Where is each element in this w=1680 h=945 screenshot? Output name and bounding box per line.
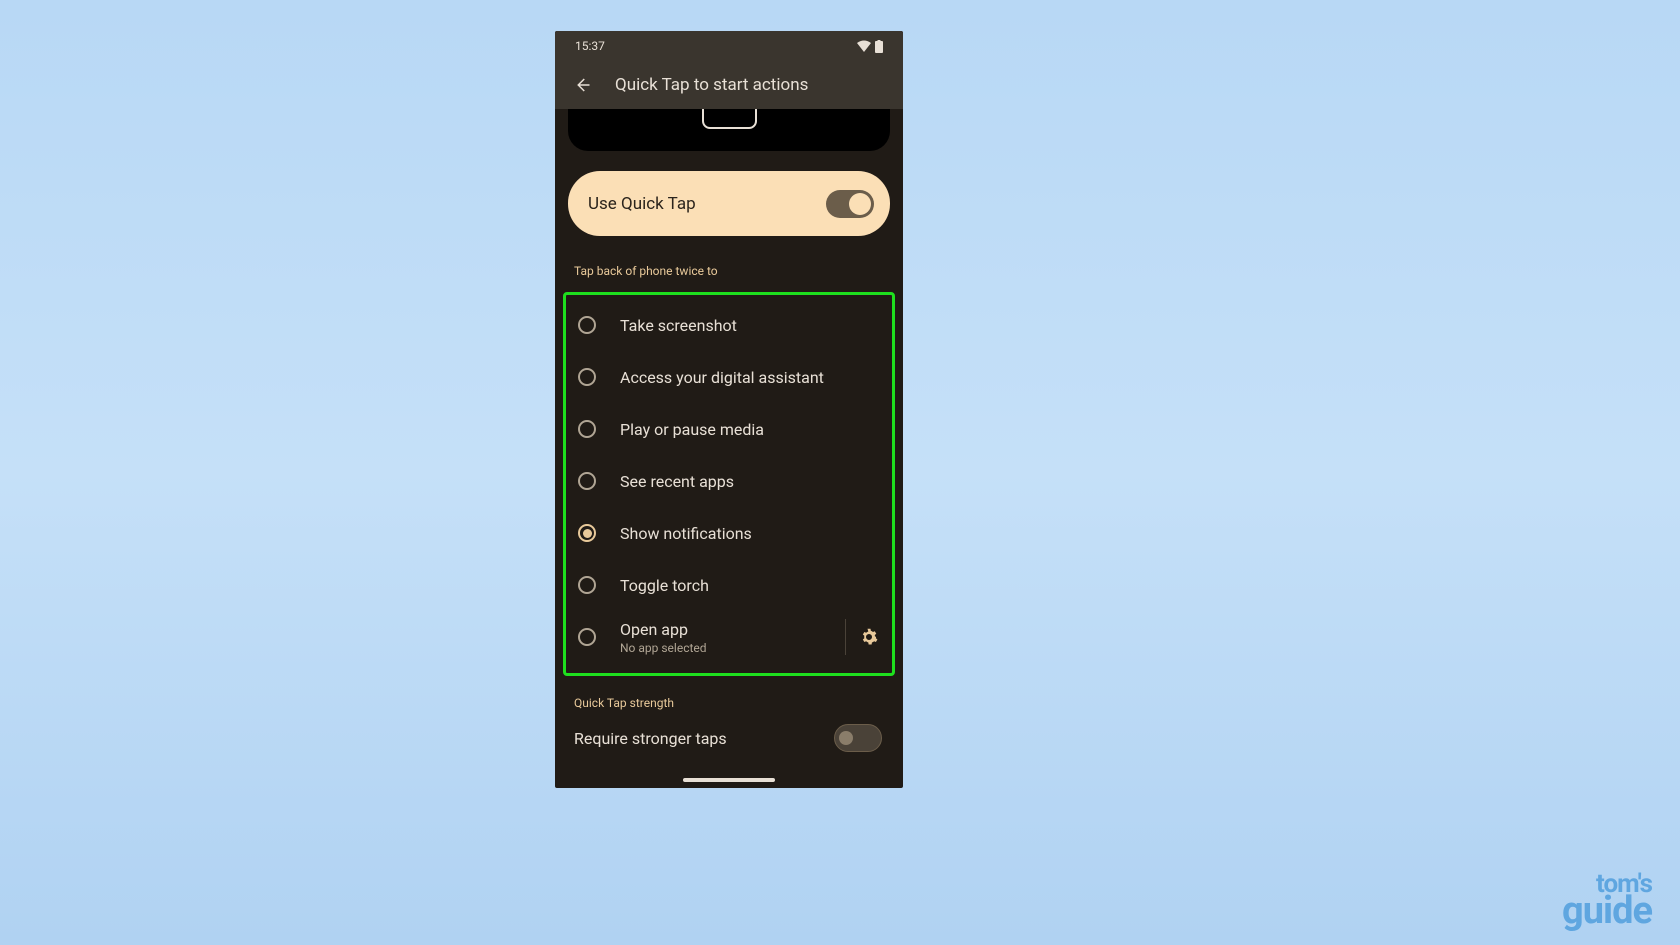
illustration: [568, 109, 890, 151]
radio-icon: [578, 524, 596, 542]
option-label: Open app: [620, 620, 821, 639]
illustration-phone-outline: [702, 109, 757, 129]
battery-icon: [875, 40, 883, 53]
option-open-app[interactable]: Open app No app selected: [574, 611, 884, 663]
radio-icon: [578, 420, 596, 438]
phone-frame: 15:37 Quick Tap to start actions Use Qui…: [555, 31, 903, 788]
option-recent-apps[interactable]: See recent apps: [574, 455, 884, 507]
option-sublabel: No app selected: [620, 641, 821, 655]
option-toggle-torch[interactable]: Toggle torch: [574, 559, 884, 611]
require-stronger-taps-row[interactable]: Require stronger taps: [568, 710, 890, 766]
back-button[interactable]: [573, 76, 591, 94]
options-highlight-box: Take screenshot Access your digital assi…: [563, 292, 895, 676]
option-play-pause-media[interactable]: Play or pause media: [574, 403, 884, 455]
arrow-left-icon: [573, 76, 591, 94]
watermark-logo: tom's guide: [1562, 873, 1652, 927]
app-bar: Quick Tap to start actions: [555, 61, 903, 109]
radio-icon: [578, 368, 596, 386]
use-quick-tap-label: Use Quick Tap: [588, 194, 696, 214]
page-title: Quick Tap to start actions: [615, 75, 808, 95]
status-time: 15:37: [575, 39, 605, 53]
option-text: Open app No app selected: [620, 620, 821, 655]
option-label: See recent apps: [620, 472, 884, 491]
option-label: Take screenshot: [620, 316, 884, 335]
option-label: Show notifications: [620, 524, 884, 543]
open-app-settings-button[interactable]: [845, 619, 884, 655]
option-label: Access your digital assistant: [620, 368, 884, 387]
section-tap-back-label: Tap back of phone twice to: [568, 264, 890, 278]
option-label: Toggle torch: [620, 576, 884, 595]
watermark-line2: guide: [1562, 895, 1652, 927]
use-quick-tap-card[interactable]: Use Quick Tap: [568, 171, 890, 236]
option-take-screenshot[interactable]: Take screenshot: [574, 299, 884, 351]
section-strength-label: Quick Tap strength: [568, 696, 890, 710]
require-stronger-taps-label: Require stronger taps: [574, 729, 727, 748]
gear-icon: [860, 628, 878, 646]
option-digital-assistant[interactable]: Access your digital assistant: [574, 351, 884, 403]
content-area: Use Quick Tap Tap back of phone twice to…: [555, 109, 903, 766]
wifi-icon: [857, 40, 871, 52]
status-bar: 15:37: [555, 31, 903, 61]
option-label: Play or pause media: [620, 420, 884, 439]
option-show-notifications[interactable]: Show notifications: [574, 507, 884, 559]
use-quick-tap-toggle[interactable]: [826, 190, 874, 218]
radio-icon: [578, 576, 596, 594]
status-icons: [857, 40, 883, 53]
navigation-handle[interactable]: [683, 778, 775, 782]
radio-icon: [578, 628, 596, 646]
radio-icon: [578, 316, 596, 334]
require-stronger-taps-toggle[interactable]: [834, 724, 882, 752]
radio-icon: [578, 472, 596, 490]
